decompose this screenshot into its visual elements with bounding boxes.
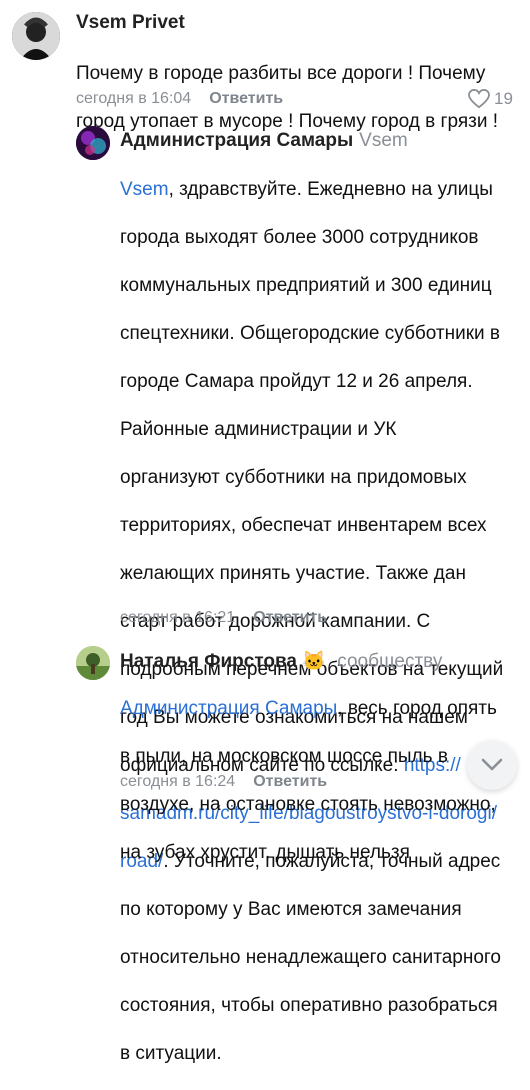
reply-button[interactable]: Ответить [253,773,327,790]
comment-meta: сегодня в 16:21 Ответить [120,609,327,627]
comment-author[interactable]: Наталья Фирстова 🐱 сообществу [120,649,442,673]
reply-button[interactable]: Ответить [209,90,283,107]
text-segment: , здравствуйте. Ежедневно на улицы [168,179,493,200]
author-name[interactable]: Наталья Фирстова [120,651,297,672]
text-line: территориях, обеспечат инвентарем всех [120,515,487,536]
avatar-logo [76,126,110,160]
avatar[interactable] [76,126,110,160]
text-line: организуют субботники на придомовых [120,467,467,488]
comment-time: сегодня в 16:04 [76,90,192,107]
comment-meta: сегодня в 16:24 Ответить [120,773,327,791]
heart-icon [468,89,490,109]
text-line: Районные администрации и УК [120,419,397,440]
chevron-down-icon [481,758,503,771]
comment-meta: сегодня в 16:04 Ответить [76,90,283,108]
text-line: относительно ненадлежащего санитарного [120,947,501,968]
author-name[interactable]: Администрация Самары [120,130,353,151]
text-line: желающих принять участие. Также дан [120,563,466,584]
comment-author[interactable]: Vsem Privet [76,12,185,34]
scroll-down-button[interactable] [467,740,517,790]
text-line: коммунальных предприятий и 300 единиц [120,275,492,296]
mention-link[interactable]: Администрация Самары [120,698,337,719]
text-line: в пыли, на московском шоссе пыль в [120,746,448,767]
avatar-photo [12,12,60,60]
comment-time: сегодня в 16:21 [120,609,236,626]
text-line: городе Самара пройдут 12 и 26 апреля. [120,371,473,392]
avatar[interactable] [76,646,110,680]
text-line: в ситуации. [120,1043,222,1064]
text-line: состояния, чтобы оперативно разобраться [120,995,498,1016]
text-line: Почему в городе разбиты все дороги ! Поч… [76,63,486,84]
text-segment: , весь город опять [337,698,497,719]
reply-button[interactable]: Ответить [253,609,327,626]
like-button[interactable]: 19 [468,89,513,109]
like-count: 19 [494,89,513,108]
text-line: Администрация Самары, весь город опять [120,697,497,721]
comment-author[interactable]: Администрация Самары Vsem [120,130,408,152]
text-line: на зубах хрустит, дышать нельзя [120,842,410,863]
avatar-photo [76,646,110,680]
reply-to-name[interactable]: сообществу [337,651,442,672]
mention-link[interactable]: Vsem [120,179,169,200]
author-name[interactable]: Vsem Privet [76,12,185,33]
text-line: города выходят более 3000 сотрудников [120,227,479,248]
reply-to-name[interactable]: Vsem [359,130,408,151]
avatar[interactable] [12,12,60,60]
text-line: воздухе, на остановке стоять невозможно, [120,794,496,815]
text-line: спецтехники. Общегородские субботники в [120,323,500,344]
text-line: по которому у Вас имеются замечания [120,899,462,920]
cat-badge-icon: 🐱 [302,651,326,672]
comment-time: сегодня в 16:24 [120,773,236,790]
text-line: Vsem, здравствуйте. Ежедневно на улицы [120,178,503,202]
